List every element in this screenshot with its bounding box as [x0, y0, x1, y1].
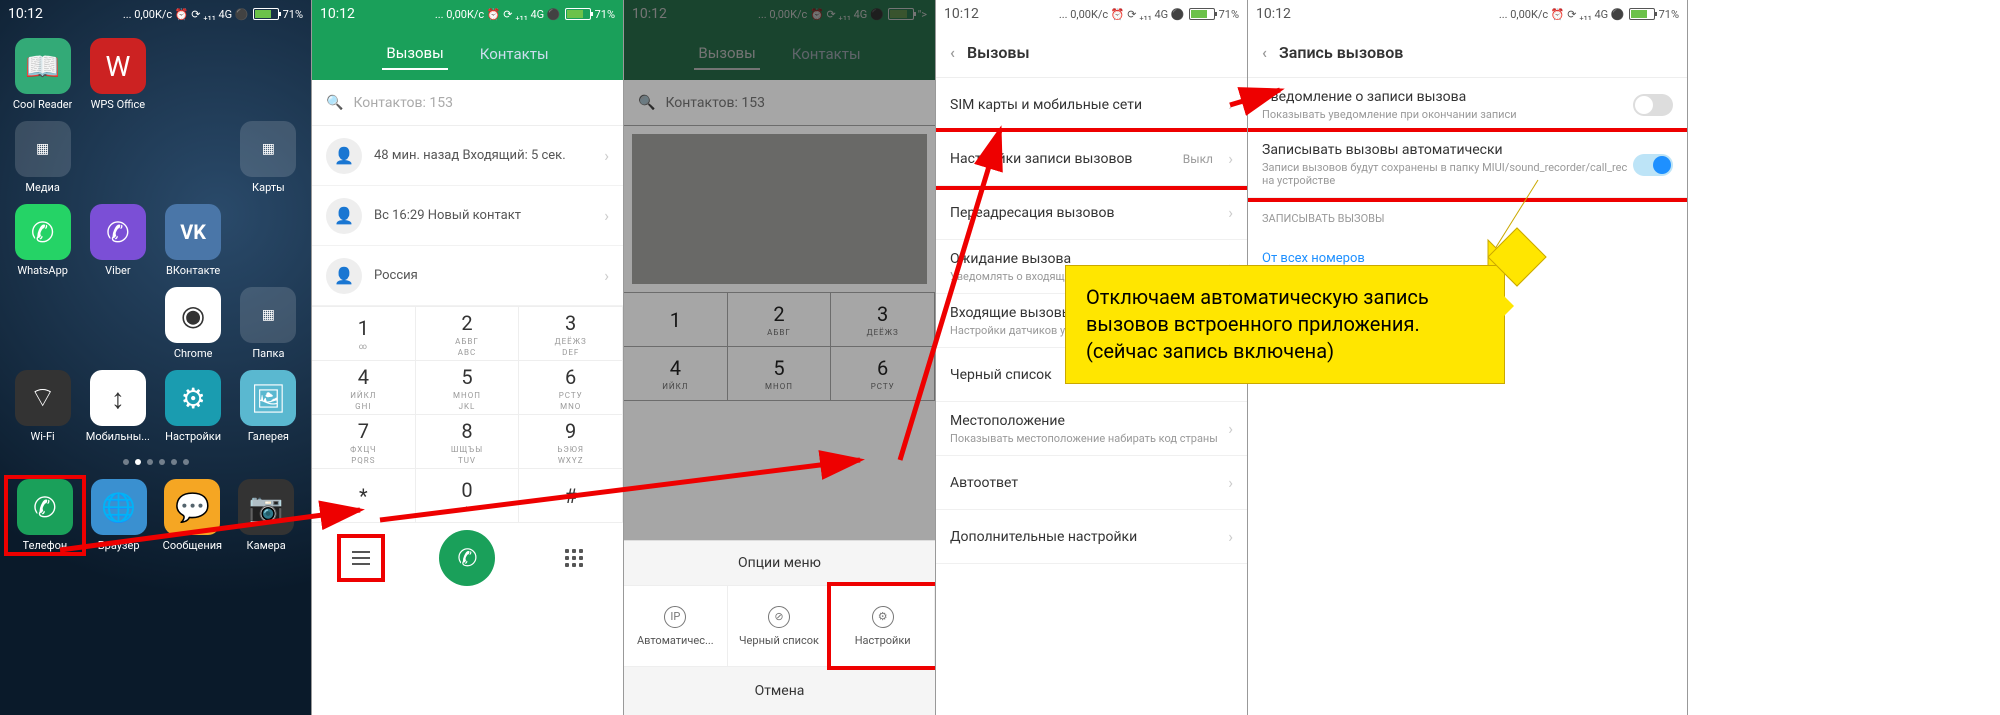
app-whatsapp[interactable]: ✆WhatsApp [8, 204, 77, 277]
app-chrome[interactable]: ◉Chrome [159, 287, 228, 360]
app-vk[interactable]: VKВКонтакте [159, 204, 228, 277]
home-screen: 10:12 ... 0,00K/c ⏰ ⟳ ₊₁₁ 4G ⚫ 71% 📖Cool… [0, 0, 312, 715]
status-right: ... 0,00K/c ⏰ ⟳ ₊₁₁ 4G ⚫ 71% [123, 8, 303, 21]
app-wps[interactable]: WWPS Office [83, 38, 152, 111]
app-maps-folder[interactable]: ▦Карты [234, 121, 303, 194]
section-label: ЗАПИСЫВАТЬ ВЫЗОВЫ [1248, 198, 1687, 231]
dialer-menu-screen: 10:12 ... 0,00K/c ⏰ ⟳ ₊₁₁ 4G ⚫"> ВызовыК… [624, 0, 936, 715]
chevron-icon: › [604, 266, 609, 285]
app-mobile[interactable]: ↕Мобильны... [83, 370, 152, 443]
block-icon: ⊘ [768, 606, 790, 628]
dialpad-toggle[interactable] [554, 538, 594, 578]
key-1[interactable]: 1∞ [312, 307, 416, 361]
page-title: Вызовы [967, 43, 1030, 62]
page-dots [0, 459, 311, 465]
annotation-arrow [60, 490, 380, 570]
tab-calls[interactable]: Вызовы [382, 38, 447, 70]
app-gallery[interactable]: 🖼Галерея [234, 370, 303, 443]
status-bar: 10:12 ... 0,00K/c ⏰ ⟳ ₊₁₁ 4G ⚫ 71% [0, 0, 311, 28]
app-media-folder[interactable]: ▦Медиа [8, 121, 77, 194]
call-list: 👤48 мин. назад Входящий: 5 сек.› 👤Вс 16:… [312, 126, 623, 306]
dialer-screen: 10:12 ... 0,00K/c ⏰ ⟳ ₊₁₁ 4G ⚫71% Вызовы… [312, 0, 624, 715]
page-title: Запись вызовов [1279, 43, 1403, 62]
dialer-tabs: Вызовы Контакты [312, 28, 623, 80]
avatar-icon: 👤 [326, 258, 362, 294]
key-2[interactable]: 2АБВГABC [416, 307, 520, 361]
battery-icon [253, 8, 279, 20]
toggle-notify[interactable] [1633, 94, 1673, 116]
ip-icon: IP [664, 606, 686, 628]
row-auto-record[interactable]: Записывать вызовы автоматическиЗаписи вы… [1248, 132, 1687, 198]
app-folder[interactable]: ▦Папка [234, 287, 303, 360]
call-button[interactable]: ✆ [439, 530, 495, 586]
row-notify[interactable]: Уведомление о записи вызоваПоказывать ув… [1248, 78, 1687, 132]
annotation-arrow [1230, 80, 1290, 110]
search-input[interactable]: 🔍 Контактов: 153 [312, 80, 623, 126]
key-6[interactable]: 6РСТУMNO [519, 361, 623, 415]
back-icon[interactable]: ‹ [1262, 43, 1267, 62]
annotation-callout: Отключаем автоматическую запись вызовов … [1065, 265, 1505, 384]
popup-title: Опции меню [624, 541, 935, 585]
tab-contacts[interactable]: Контакты [476, 39, 553, 69]
app-cool-reader[interactable]: 📖Cool Reader [8, 38, 77, 111]
annotation-arrow [380, 440, 880, 530]
back-icon[interactable]: ‹ [950, 43, 955, 62]
opt-settings[interactable]: ⚙Настройки [831, 586, 935, 666]
app-wifi[interactable]: ⌔Wi-Fi [8, 370, 77, 443]
avatar-icon: 👤 [326, 138, 362, 174]
toggle-auto-record[interactable] [1633, 154, 1673, 176]
status-time: 10:12 [8, 6, 43, 22]
popup-cancel[interactable]: Отмена [624, 667, 935, 715]
key-3[interactable]: 3ДЕЁЖЗDEF [519, 307, 623, 361]
options-popup: Опции меню IPАвтоматичес... ⊘Черный спис… [624, 540, 935, 715]
app-grid: 📖Cool Reader WWPS Office ▦Медиа ▦Карты ✆… [0, 28, 311, 453]
avatar-icon: 👤 [326, 198, 362, 234]
row-additional[interactable]: Дополнительные настройки› [936, 510, 1247, 564]
key-5[interactable]: 5МНОПJKL [416, 361, 520, 415]
chevron-icon: › [604, 146, 609, 165]
opt-blacklist[interactable]: ⊘Черный список [728, 586, 832, 666]
call-row[interactable]: 👤Россия› [312, 246, 623, 306]
gear-icon: ⚙ [872, 606, 894, 628]
search-icon: 🔍 [326, 95, 343, 111]
key-4[interactable]: 4ИЙКЛGHI [312, 361, 416, 415]
app-viber[interactable]: ✆Viber [83, 204, 152, 277]
chevron-icon: › [604, 206, 609, 225]
call-row[interactable]: 👤48 мин. назад Входящий: 5 сек.› [312, 126, 623, 186]
call-row[interactable]: 👤Вс 16:29 Новый контакт› [312, 186, 623, 246]
status-bar: 10:12 ... 0,00K/c ⏰ ⟳ ₊₁₁ 4G ⚫71% [312, 0, 623, 28]
app-settings[interactable]: ⚙Настройки [159, 370, 228, 443]
battery-icon [565, 8, 591, 20]
settings-header: ‹ Вызовы [936, 28, 1247, 78]
opt-auto[interactable]: IPАвтоматичес... [624, 586, 728, 666]
